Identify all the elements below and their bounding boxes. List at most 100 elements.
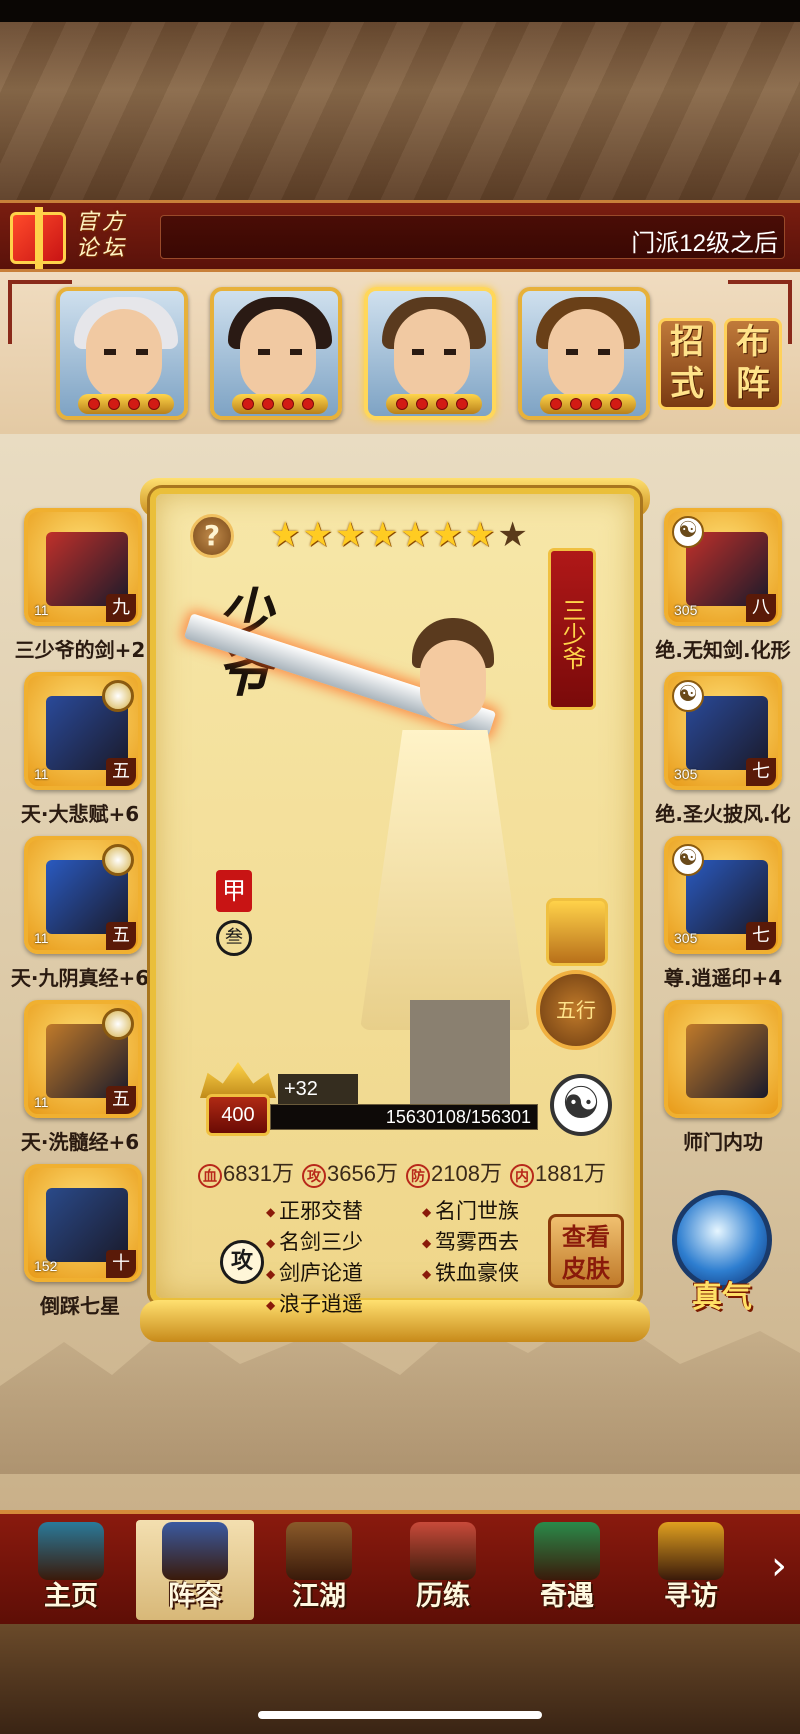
- nav-label: 寻访: [664, 1581, 718, 1612]
- item-rank: 九: [106, 594, 136, 622]
- bead: [456, 398, 468, 410]
- gift-box-icon: [10, 207, 66, 269]
- item-rank: 十: [106, 1250, 136, 1278]
- right-equip-slot-4[interactable]: [664, 1000, 782, 1118]
- bead: [282, 398, 294, 410]
- nav-icon: [162, 1522, 228, 1580]
- nav-tab-4[interactable]: 历练: [384, 1520, 502, 1620]
- attack-type-icon[interactable]: 攻: [220, 1240, 264, 1284]
- stat-icon: 内: [510, 1164, 534, 1188]
- nav-icon: [286, 1522, 352, 1580]
- hero-slot-2[interactable]: [210, 287, 342, 420]
- help-button[interactable]: ?: [190, 514, 234, 558]
- left-equip-slot-1[interactable]: 11 九: [24, 508, 142, 626]
- hero-star-beads: [232, 394, 328, 414]
- nav-icon: [410, 1522, 476, 1580]
- taiji-icon: ☯: [672, 844, 704, 876]
- right-equip-slot-3[interactable]: ☯ 305 七: [664, 836, 782, 954]
- hero-face: [420, 640, 486, 724]
- exp-bar: 15630108/156301: [270, 1104, 538, 1130]
- marquee-track: 门派12级之后: [160, 215, 785, 259]
- stat-value: 1881万: [535, 1161, 606, 1186]
- taiji-icon[interactable]: ☯: [550, 1074, 612, 1136]
- bead: [550, 398, 562, 410]
- bead: [570, 398, 582, 410]
- right-equip-slot-1[interactable]: ☯ 305 八: [664, 508, 782, 626]
- item-rank: 八: [746, 594, 776, 622]
- star-filled-icon: ★: [367, 515, 398, 555]
- item-rank: 五: [106, 1086, 136, 1114]
- card-bottom-ornament: [140, 1300, 650, 1342]
- formation-button[interactable]: 布阵: [724, 318, 782, 410]
- companion-icon[interactable]: [546, 898, 608, 966]
- item-level: 11: [34, 930, 49, 946]
- coin-icon: [102, 844, 134, 876]
- trait-item: 剑庐论道: [266, 1258, 363, 1289]
- right-equip-item-icon: [686, 1024, 768, 1098]
- bead: [262, 398, 274, 410]
- nav-tab-6[interactable]: 寻访: [632, 1520, 750, 1620]
- hero-slot-1[interactable]: [56, 287, 188, 420]
- bead: [242, 398, 254, 410]
- view-skin-button[interactable]: 查看皮肤: [548, 1214, 624, 1288]
- nav-tab-1[interactable]: 主页: [12, 1520, 130, 1620]
- home-indicator[interactable]: [258, 1711, 542, 1719]
- hero-lineup-strip: 招式 布阵: [0, 272, 800, 434]
- stat-value: 6831万: [223, 1161, 294, 1186]
- nav-icon: [38, 1522, 104, 1580]
- item-level: 11: [34, 602, 49, 618]
- hero-slot-4[interactable]: [518, 287, 650, 420]
- hero-star-beads: [386, 394, 482, 414]
- nav-label: 主页: [44, 1581, 98, 1612]
- right-equip-label-4: 师门内功: [683, 1130, 763, 1154]
- exp-text: 15630108/156301: [385, 1107, 531, 1127]
- hero-eyes: [104, 349, 148, 355]
- trait-item: 浪子逍遥: [266, 1289, 363, 1320]
- chevron-right-icon[interactable]: ›: [762, 1540, 796, 1592]
- coin-icon: [102, 1008, 134, 1040]
- hero-robe: [360, 730, 530, 1030]
- left-equip-label-1: 三少爷的剑+2: [14, 638, 146, 662]
- stat-4: 内 1881万: [510, 1156, 614, 1188]
- hero-legs: [410, 1000, 510, 1110]
- item-level: 11: [34, 1094, 49, 1110]
- nav-tab-2[interactable]: 阵容: [136, 1520, 254, 1620]
- star-filled-icon: ★: [432, 515, 463, 555]
- star-filled-icon: ★: [399, 515, 431, 555]
- stat-icon: 防: [406, 1164, 430, 1188]
- item-level: 152: [34, 1258, 58, 1274]
- left-equip-slot-5[interactable]: 152 十: [24, 1164, 142, 1282]
- item-level: 305: [674, 930, 698, 946]
- taiji-icon: ☯: [672, 516, 704, 548]
- bead: [128, 398, 140, 410]
- bead: [108, 398, 120, 410]
- five-elements-button[interactable]: 五行: [536, 970, 616, 1050]
- stat-value: 3656万: [327, 1161, 398, 1186]
- right-equip-label-2: 绝.圣火披风.化: [655, 802, 791, 826]
- hero-slot-3[interactable]: [364, 287, 496, 420]
- left-equip-slot-4[interactable]: 11 五: [24, 1000, 142, 1118]
- star-rating: ★★★★★★★★: [270, 516, 530, 554]
- nav-label: 历练: [416, 1581, 470, 1612]
- star-filled-icon: ★: [302, 515, 333, 555]
- bead: [88, 398, 100, 410]
- traits-left: 正邪交替名剑三少剑庐论道浪子逍遥: [266, 1196, 363, 1320]
- left-equip-label-2: 天·大悲赋+6: [20, 802, 140, 826]
- nav-tab-3[interactable]: 江湖: [260, 1520, 378, 1620]
- nav-icon: [658, 1522, 724, 1580]
- stat-3: 防 2108万: [406, 1156, 510, 1188]
- coin-icon: [102, 680, 134, 712]
- trait-item: 驾雾西去: [422, 1227, 519, 1258]
- official-forum-button[interactable]: 官方论坛: [4, 202, 152, 270]
- forum-label: 官方论坛: [76, 210, 129, 261]
- left-equip-label-4: 天·洗髓经+6: [20, 1130, 140, 1154]
- star-filled-icon: ★: [464, 515, 496, 555]
- item-rank: 五: [106, 922, 136, 950]
- left-equip-slot-2[interactable]: 11 五: [24, 672, 142, 790]
- moves-button[interactable]: 招式: [658, 318, 716, 410]
- exp-gain: +32: [278, 1074, 358, 1104]
- right-equip-label-1: 绝.无知剑.化形: [655, 638, 791, 662]
- right-equip-slot-2[interactable]: ☯ 305 七: [664, 672, 782, 790]
- nav-tab-5[interactable]: 奇遇: [508, 1520, 626, 1620]
- left-equip-slot-3[interactable]: 11 五: [24, 836, 142, 954]
